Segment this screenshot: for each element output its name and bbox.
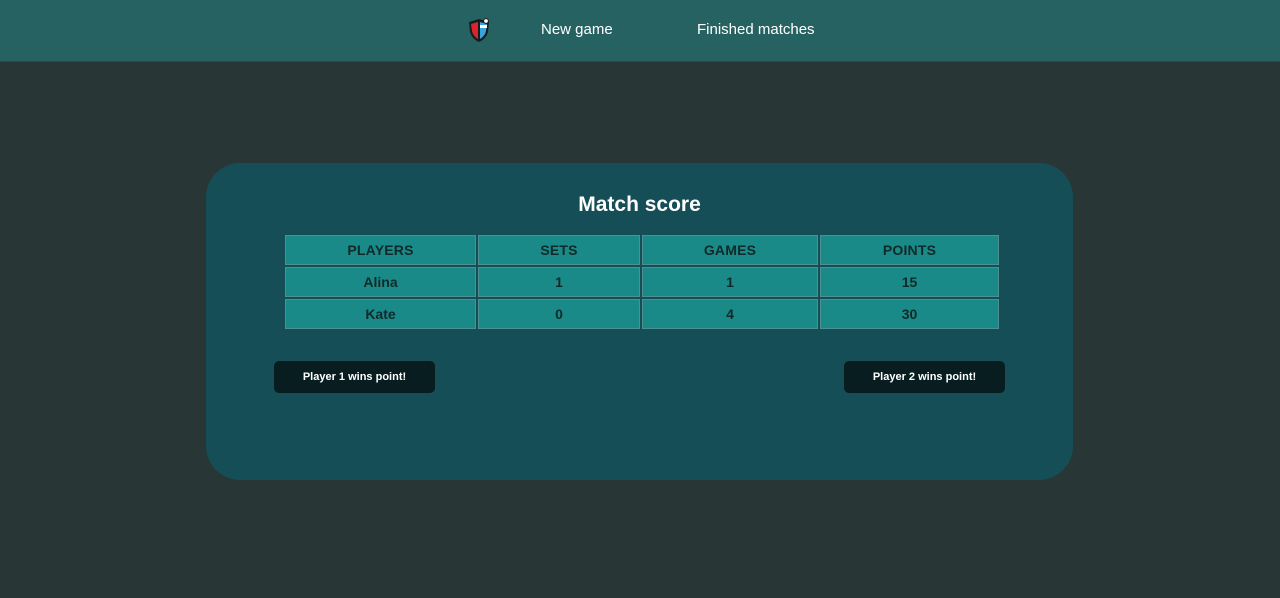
top-navigation-bar: New game Finished matches [0,0,1280,62]
table-row: Alina 1 1 15 [285,267,999,297]
table-header-row: PLAYERS SETS GAMES POINTS [285,235,999,265]
nav-link-finished-matches[interactable]: Finished matches [697,21,815,38]
games-cell: 1 [642,267,818,297]
sets-cell: 0 [478,299,640,329]
player-1-wins-point-button[interactable]: Player 1 wins point! [274,361,435,393]
column-header-players: PLAYERS [285,235,476,265]
player-name-cell: Kate [285,299,476,329]
score-table: PLAYERS SETS GAMES POINTS Alina 1 1 15 K… [283,233,1001,331]
match-score-panel: Match score PLAYERS SETS GAMES POINTS Al… [206,163,1073,480]
points-cell: 15 [820,267,999,297]
tennis-shield-logo-icon[interactable] [465,16,493,44]
column-header-points: POINTS [820,235,999,265]
column-header-sets: SETS [478,235,640,265]
player-name-cell: Alina [285,267,476,297]
table-row: Kate 0 4 30 [285,299,999,329]
nav-link-new-game[interactable]: New game [541,21,613,38]
sets-cell: 1 [478,267,640,297]
column-header-games: GAMES [642,235,818,265]
points-cell: 30 [820,299,999,329]
player-2-wins-point-button[interactable]: Player 2 wins point! [844,361,1005,393]
games-cell: 4 [642,299,818,329]
page-title: Match score [578,193,701,216]
